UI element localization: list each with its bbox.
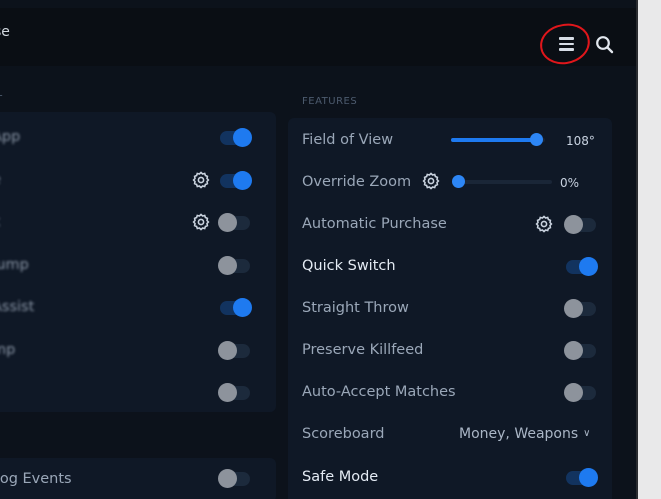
left-row-label: Jump xyxy=(0,256,29,273)
settings-window: se T FEATURES AppekJumpAssistmp Log Even… xyxy=(0,0,636,499)
field-of-view-value: 108° xyxy=(566,134,595,148)
override-zoom-row: Override Zoom xyxy=(302,161,411,203)
automatic-purchase-gear-icon[interactable] xyxy=(534,214,554,234)
scoreboard-label: Scoreboard xyxy=(302,426,385,442)
list-item[interactable]: App xyxy=(0,116,20,158)
window-title: se xyxy=(0,24,10,40)
scoreboard-selected-value: Money, Weapons xyxy=(459,426,579,442)
left-row-toggle[interactable] xyxy=(220,170,252,190)
left-row-toggle[interactable] xyxy=(218,255,250,275)
log-events-toggle[interactable] xyxy=(218,469,250,488)
scoreboard-row: Scoreboard xyxy=(302,413,384,455)
override-zoom-slider[interactable] xyxy=(452,175,552,188)
features-panel: Field of View 108° Override Zoom 0% Auto… xyxy=(288,118,612,499)
left-settings-panel-bottom: Log Events xyxy=(0,458,276,499)
left-row-label: App xyxy=(0,129,21,145)
hamburger-menu-icon[interactable] xyxy=(556,34,576,52)
left-row-toggle[interactable] xyxy=(218,383,250,402)
field-of-view-row: Field of View xyxy=(302,119,393,161)
scoreboard-dropdown[interactable]: Money, Weapons ∨ xyxy=(459,426,590,442)
features-section-label: FEATURES xyxy=(302,96,358,107)
preserve-killfeed-row: Preserve Killfeed xyxy=(302,329,423,371)
safe-mode-label: Safe Mode xyxy=(302,469,379,485)
top-bar: se xyxy=(0,8,636,68)
log-events-label: Log Events xyxy=(0,471,72,487)
field-of-view-slider[interactable] xyxy=(451,133,545,146)
automatic-purchase-label: Automatic Purchase xyxy=(302,216,447,232)
search-icon[interactable] xyxy=(595,35,615,55)
safe-mode-row: Safe Mode xyxy=(302,456,378,498)
override-zoom-gear-icon[interactable] xyxy=(421,171,441,191)
quick-switch-toggle[interactable] xyxy=(566,257,598,276)
left-section-label: T xyxy=(0,94,3,105)
chevron-down-icon: ∨ xyxy=(583,428,591,439)
gear-icon[interactable] xyxy=(191,170,211,190)
override-zoom-label: Override Zoom xyxy=(302,174,412,190)
quick-switch-row: Quick Switch xyxy=(302,245,396,287)
left-row-toggle[interactable] xyxy=(218,213,250,232)
left-row-label: Assist xyxy=(0,299,35,315)
list-item[interactable]: e xyxy=(0,159,1,201)
preserve-killfeed-label: Preserve Killfeed xyxy=(302,342,424,358)
list-item[interactable]: Jump xyxy=(0,244,29,286)
safe-mode-toggle[interactable] xyxy=(566,468,598,487)
auto-accept-matches-label: Auto-Accept Matches xyxy=(302,384,456,400)
left-row-label: e xyxy=(0,172,1,188)
auto-accept-matches-toggle[interactable] xyxy=(564,383,596,402)
list-item[interactable]: Assist xyxy=(0,286,34,328)
list-item[interactable]: mp xyxy=(0,329,15,371)
left-row-toggle[interactable] xyxy=(220,128,252,147)
left-row-toggle[interactable] xyxy=(218,340,250,360)
background-window-edge xyxy=(636,0,661,499)
auto-accept-matches-row: Auto-Accept Matches xyxy=(302,371,456,413)
straight-throw-label: Straight Throw xyxy=(302,300,409,316)
automatic-purchase-toggle[interactable] xyxy=(564,215,596,234)
straight-throw-row: Straight Throw xyxy=(302,287,409,329)
preserve-killfeed-toggle[interactable] xyxy=(564,341,596,360)
quick-switch-label: Quick Switch xyxy=(302,258,396,274)
left-row-toggle[interactable] xyxy=(220,298,252,317)
field-of-view-label: Field of View xyxy=(302,132,394,148)
left-row-label: mp xyxy=(0,341,16,358)
list-item[interactable]: Log Events xyxy=(0,458,72,499)
left-settings-panel: AppekJumpAssistmp xyxy=(0,112,276,412)
straight-throw-toggle[interactable] xyxy=(564,299,596,318)
override-zoom-value: 0% xyxy=(560,176,580,190)
gear-icon[interactable] xyxy=(191,212,211,232)
automatic-purchase-row: Automatic Purchase xyxy=(302,203,447,245)
